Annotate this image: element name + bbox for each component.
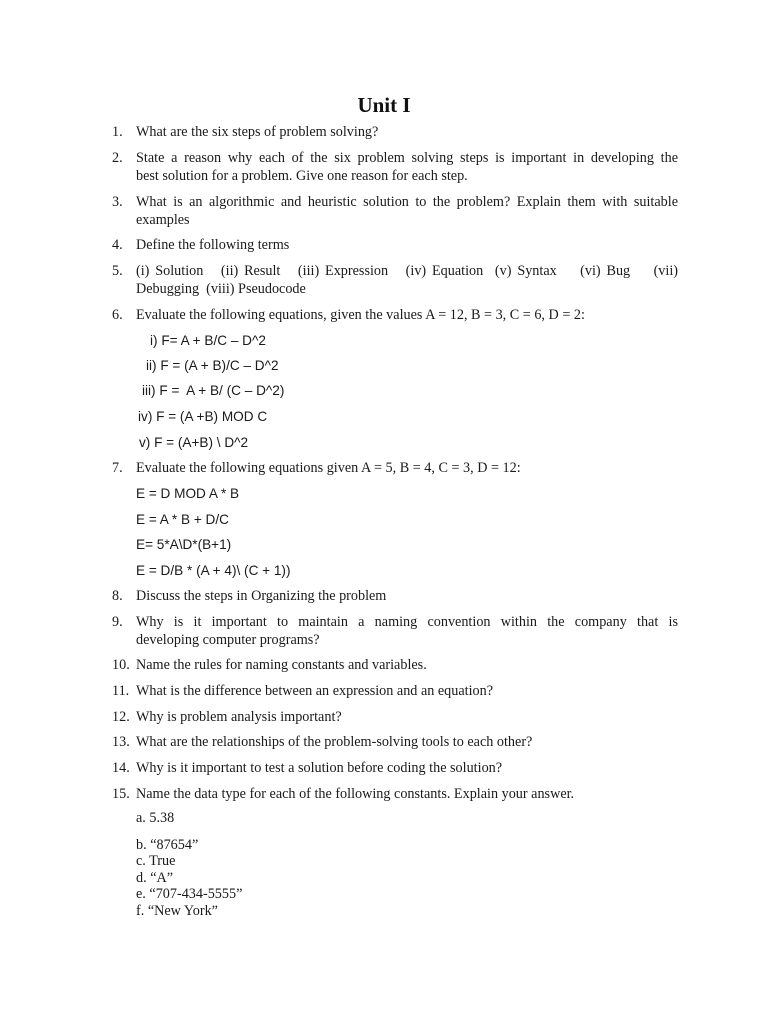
question-text-line-1: (i) Solution (ii) Result (iii) Expressio… <box>136 263 678 279</box>
question-text: Name the data type for each of the follo… <box>136 786 575 802</box>
equation-6-i: i) F= A + B/C – D^2 <box>150 333 266 348</box>
question-10: 10. Name the rules for naming constants … <box>112 656 678 674</box>
question-11: 11. What is the difference between an ex… <box>112 682 678 700</box>
question-text: Evaluate the following equations given A… <box>136 460 521 476</box>
question-2: 2. State a reason why each of the six pr… <box>112 149 678 185</box>
document-page: Unit I 1. What are the six steps of prob… <box>0 0 768 1024</box>
question-text-line-2: developing computer programs? <box>136 632 320 648</box>
equation-7-4: E = D/B * (A + 4)\ (C + 1)) <box>136 563 291 578</box>
question-4: 4. Define the following terms <box>112 236 678 254</box>
option-d: d. “A” <box>136 870 174 886</box>
question-1: 1. What are the six steps of problem sol… <box>112 123 678 141</box>
question-text: Evaluate the following equations, given … <box>136 307 585 323</box>
equation-6-iii: iii) F = A + B/ (C – D^2) <box>142 383 285 398</box>
option-e: e. “707-434-5555” <box>136 886 243 902</box>
equation-7-2: E = A * B + D/C <box>136 512 229 527</box>
option-b: b. “87654” <box>136 837 199 853</box>
option-f: f. “New York” <box>136 903 218 919</box>
question-12: 12. Why is problem analysis important? <box>112 708 678 726</box>
question-text: Why is problem analysis important? <box>136 709 342 725</box>
option-a: a. 5.38 <box>136 810 175 826</box>
question-number: 2. <box>112 150 123 166</box>
equation-7-1: E = D MOD A * B <box>136 486 240 501</box>
question-number: 12. <box>112 709 130 725</box>
question-number: 5. <box>112 263 123 279</box>
equation-6-v: v) F = (A+B) \ D^2 <box>139 435 249 450</box>
question-text: What is the difference between an expres… <box>136 683 494 699</box>
question-number: 7. <box>112 460 123 476</box>
question-text: Why is it important to test a solution b… <box>136 760 503 776</box>
question-text-line-2: examples <box>136 212 190 228</box>
question-number: 6. <box>112 307 123 323</box>
question-13: 13. What are the relationships of the pr… <box>112 733 678 751</box>
question-6: 6. Evaluate the following equations, giv… <box>112 306 678 324</box>
question-text: Name the rules for naming constants and … <box>136 657 427 673</box>
question-9: 9. Why is it important to maintain a nam… <box>112 613 678 649</box>
question-7: 7. Evaluate the following equations give… <box>112 459 678 477</box>
question-text-line-1: What is an algorithmic and heuristic sol… <box>136 194 678 210</box>
question-text: Define the following terms <box>136 237 290 253</box>
question-5: 5. (i) Solution (ii) Result (iii) Expres… <box>112 262 678 298</box>
question-number: 1. <box>112 124 123 140</box>
equation-7-3: E= 5*A\D*(B+1) <box>136 537 232 552</box>
question-number: 13. <box>112 734 130 750</box>
question-number: 15. <box>112 786 130 802</box>
question-text-line-1: Why is it important to maintain a naming… <box>136 614 678 630</box>
option-c: c. True <box>136 853 176 869</box>
question-15: 15. Name the data type for each of the f… <box>112 785 678 803</box>
question-number: 11. <box>112 683 130 699</box>
equation-6-ii: ii) F = (A + B)/C – D^2 <box>146 358 279 373</box>
question-number: 10. <box>112 657 130 673</box>
question-number: 4. <box>112 237 123 253</box>
equation-6-iv: iv) F = (A +B) MOD C <box>138 409 268 424</box>
question-3: 3. What is an algorithmic and heuristic … <box>112 193 678 229</box>
question-14: 14. Why is it important to test a soluti… <box>112 759 678 777</box>
question-text: What are the six steps of problem solvin… <box>136 124 379 140</box>
question-number: 9. <box>112 614 123 630</box>
question-text-line-1: State a reason why each of the six probl… <box>136 150 678 166</box>
question-text-line-2: best solution for a problem. Give one re… <box>136 168 468 184</box>
question-text: Discuss the steps in Organizing the prob… <box>136 588 387 604</box>
question-text: What are the relationships of the proble… <box>136 734 533 750</box>
page-title: Unit I <box>357 93 411 117</box>
question-number: 3. <box>112 194 123 210</box>
question-number: 14. <box>112 760 130 776</box>
question-text-line-2: Debugging (viii) Pseudocode <box>136 281 306 297</box>
question-8: 8. Discuss the steps in Organizing the p… <box>112 587 678 605</box>
question-number: 8. <box>112 588 123 604</box>
